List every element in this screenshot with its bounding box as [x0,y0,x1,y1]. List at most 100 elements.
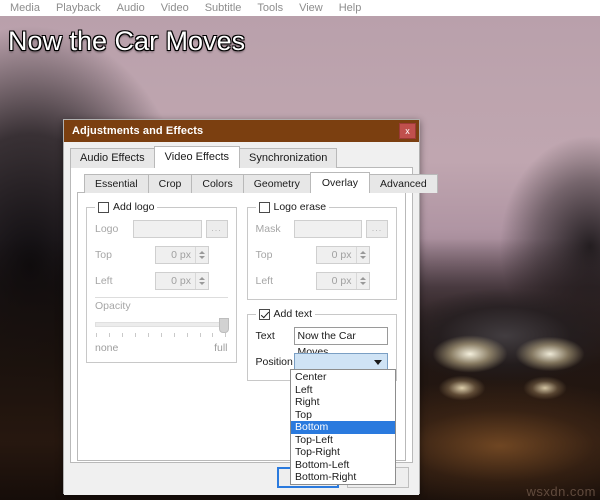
logo-left-row: Left 0 px [95,271,228,291]
tab-synchronization[interactable]: Synchronization [239,148,338,168]
opacity-slider-track[interactable] [95,322,228,327]
dialog-body: Audio Effects Video Effects Synchronizat… [64,142,438,495]
menu-item-audio[interactable]: Audio [109,0,153,16]
logo-erase-group: Logo erase Mask ... Top 0 px Left 0 px [246,201,397,300]
tab-geometry[interactable]: Geometry [242,174,311,193]
add-logo-label: Add logo [113,201,155,213]
tab-colors[interactable]: Colors [191,174,244,193]
opacity-slider-endpoints: none full [95,342,228,354]
menu-item-subtitle[interactable]: Subtitle [197,0,250,16]
mask-left-value: 0 px [331,275,352,287]
chevron-up-icon[interactable] [359,277,366,280]
chevron-down-icon[interactable] [374,359,382,365]
text-input[interactable]: Now the Car Moves [293,327,388,358]
opacity-slider[interactable] [95,318,229,333]
dropdown-option-top-left[interactable]: Top-Left [291,434,395,447]
logo-top-row: Top 0 px [95,245,228,265]
chevron-up-icon[interactable] [359,251,366,254]
dropdown-option-left[interactable]: Left [291,384,395,397]
add-text-checkbox[interactable] [258,308,270,320]
mask-top-value: 0 px [331,249,352,261]
mask-path-input[interactable] [293,220,362,238]
mask-label: Mask [255,223,281,235]
menu-item-media[interactable]: Media [2,0,48,16]
logo-erase-legend: Logo erase [256,201,330,213]
text-label: Text [255,330,275,342]
logo-erase-label: Logo erase [273,201,327,213]
dropdown-option-center[interactable]: Center [291,371,395,384]
menu-item-playback[interactable]: Playback [48,0,109,16]
mask-browse-button[interactable]: ... [366,220,388,238]
opacity-label: Opacity [95,300,131,312]
logo-erase-checkbox[interactable] [258,201,270,213]
menu-item-help[interactable]: Help [331,0,370,16]
logo-browse-button[interactable]: ... [205,220,228,238]
logo-left-stepper[interactable]: 0 px [155,272,209,290]
logo-top-value: 0 px [171,249,191,261]
logo-left-stepper-arrows[interactable] [195,273,208,289]
outer-tab-bar: Audio Effects Video Effects Synchronizat… [70,146,413,168]
opacity-max-label: full [214,342,228,354]
tab-video-effects[interactable]: Video Effects [153,146,241,168]
add-text-legend: Add text [256,308,316,320]
tab-audio-effects[interactable]: Audio Effects [70,148,155,168]
menu-item-tools[interactable]: Tools [249,0,291,16]
chevron-up-icon[interactable] [199,251,205,254]
opacity-slider-handle[interactable] [218,318,229,333]
mask-top-stepper-arrows[interactable] [355,247,369,263]
video-overlay-text: Now the Car Moves [8,26,246,56]
logo-top-label: Top [95,249,112,261]
dialog-titlebar[interactable]: Adjustments and Effects x [64,120,419,142]
logo-row: Logo ... [95,219,228,239]
menu-item-video[interactable]: Video [153,0,197,16]
mask-row: Mask ... [255,219,388,239]
mask-left-row: Left 0 px [256,271,389,291]
add-logo-group: Add logo Logo ... Top 0 px Left 0 px Opa… [86,201,237,363]
tab-crop[interactable]: Crop [147,174,193,193]
dropdown-option-top-right[interactable]: Top-Right [291,446,395,459]
opacity-slider-ticks [95,333,228,337]
position-dropdown-list[interactable]: Center Left Right Top Bottom Top-Left To… [290,369,396,485]
add-logo-legend: Add logo [95,201,157,213]
dropdown-option-bottom[interactable]: Bottom [291,421,395,434]
chevron-down-icon[interactable] [199,282,205,285]
menu-item-view[interactable]: View [291,0,331,16]
mask-left-stepper-arrows[interactable] [355,273,369,289]
inner-tab-bar: Essential Crop Colors Geometry Overlay A… [84,172,438,193]
logo-top-stepper[interactable]: 0 px [155,246,209,264]
chevron-down-icon[interactable] [359,282,366,285]
add-text-label: Add text [273,308,313,320]
mask-top-row: Top 0 px [256,245,389,265]
text-row: Text Now the Car Moves [255,326,388,358]
add-logo-checkbox[interactable] [98,201,109,213]
close-icon[interactable]: x [399,123,416,139]
dropdown-option-top[interactable]: Top [291,409,395,422]
logo-path-input[interactable] [133,220,202,238]
tab-essential[interactable]: Essential [84,174,149,193]
mask-left-label: Left [255,275,274,287]
adjustments-and-effects-dialog: Adjustments and Effects x Audio Effects … [63,119,438,495]
app-window: Now the Car Moves wsxdn.com Media Playba… [0,0,600,500]
logo-label: Logo [95,223,119,235]
chevron-down-icon[interactable] [199,256,205,259]
chevron-down-icon[interactable] [359,256,366,259]
logo-left-label: Left [95,275,113,287]
mask-top-stepper[interactable]: 0 px [315,246,370,264]
dropdown-option-bottom-right[interactable]: Bottom-Right [291,471,395,484]
divider [95,297,228,298]
watermark: wsxdn.com [526,484,596,499]
mask-top-label: Top [255,249,273,261]
menu-bar: Media Playback Audio Video Subtitle Tool… [0,0,600,16]
opacity-min-label: none [95,342,119,354]
tab-advanced[interactable]: Advanced [369,174,438,193]
position-label: Position [255,356,293,368]
dialog-title: Adjustments and Effects [72,125,204,137]
logo-left-value: 0 px [171,275,191,287]
overlay-left-column: Add logo Logo ... Top 0 px Left 0 px Opa… [86,201,237,452]
dropdown-option-right[interactable]: Right [291,396,395,409]
dropdown-option-bottom-left[interactable]: Bottom-Left [291,459,395,472]
chevron-up-icon[interactable] [199,277,205,280]
tab-overlay[interactable]: Overlay [309,172,371,193]
mask-left-stepper[interactable]: 0 px [315,272,370,290]
logo-top-stepper-arrows[interactable] [195,247,208,263]
